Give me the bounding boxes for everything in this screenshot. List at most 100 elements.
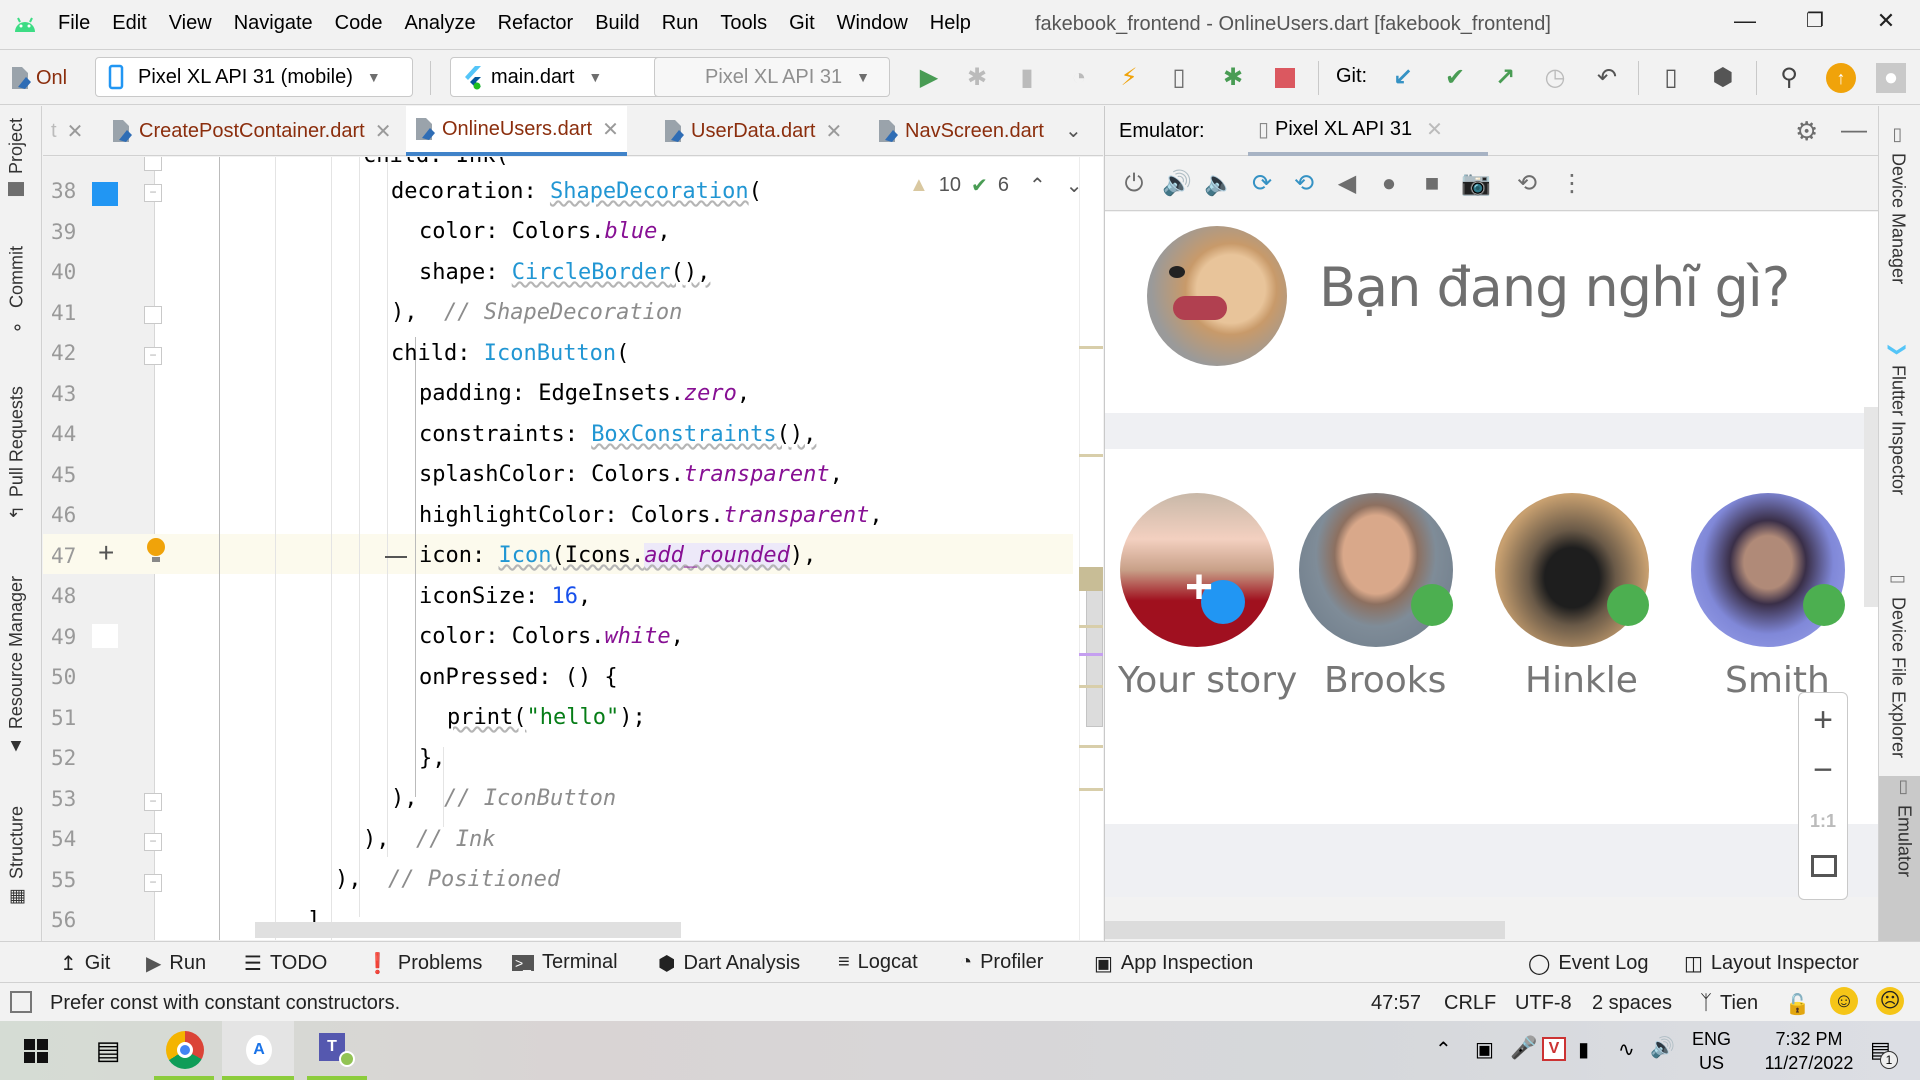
line-number[interactable]: 46: [51, 503, 91, 527]
emulator-screen[interactable]: Bạn đang nghĩ gì? + Your story Brooks Hi…: [1105, 212, 1880, 897]
horizontal-scrollbar[interactable]: [255, 922, 681, 938]
file-encoding[interactable]: UTF-8: [1515, 992, 1572, 1015]
menu-run[interactable]: Run: [662, 12, 699, 35]
color-swatch-blue[interactable]: [92, 182, 118, 206]
target-device-select[interactable]: Pixel XL API 31 ▼: [654, 57, 890, 97]
git-commit-icon[interactable]: ✔: [1440, 63, 1470, 93]
emulator-device-tab[interactable]: ▯ Pixel XL API 31 ✕: [1248, 106, 1488, 156]
line-number[interactable]: 42: [51, 341, 91, 365]
task-view-icon[interactable]: ▤: [72, 1021, 144, 1080]
editor-tab-createpostcontainer[interactable]: CreatePostContainer.dart ✕: [103, 106, 399, 156]
menu-help[interactable]: Help: [930, 12, 971, 35]
menu-navigate[interactable]: Navigate: [234, 12, 313, 35]
device-manager-icon[interactable]: ▯: [1656, 63, 1686, 93]
volume-icon[interactable]: 🔊: [1650, 1035, 1675, 1060]
volume-up-icon[interactable]: 🔊: [1162, 169, 1192, 199]
tool-tab-flutter-inspector[interactable]: ❯ Flutter Inspector: [1887, 342, 1909, 495]
close-tab-icon[interactable]: ✕: [826, 119, 843, 144]
close-window-button[interactable]: ✕: [1866, 8, 1906, 38]
input-language[interactable]: ENG US: [1692, 1027, 1731, 1075]
post-prompt-input[interactable]: Bạn đang nghĩ gì?: [1319, 256, 1790, 319]
menu-view[interactable]: View: [169, 12, 212, 35]
zoom-fit-icon[interactable]: [1811, 855, 1837, 877]
show-hidden-icons[interactable]: ⌃: [1435, 1037, 1452, 1062]
search-icon[interactable]: ⚲: [1774, 63, 1804, 93]
add-icon[interactable]: +: [98, 537, 114, 569]
menu-refactor[interactable]: Refactor: [498, 12, 574, 35]
antivirus-tray-icon[interactable]: V: [1542, 1037, 1566, 1061]
camera-tray-icon[interactable]: ▣: [1475, 1037, 1494, 1062]
run-icon[interactable]: ▶: [914, 63, 944, 93]
color-swatch-white[interactable]: [92, 624, 118, 648]
tool-profiler[interactable]: ◔ Profiler: [960, 951, 1043, 974]
device-select[interactable]: Pixel XL API 31 (mobile) ▼: [95, 57, 413, 97]
zoom-actual-size-button[interactable]: 1:1: [1799, 811, 1847, 832]
tool-tab-device-manager[interactable]: ▯ Device Manager: [1887, 124, 1909, 284]
fold-marker[interactable]: [144, 306, 162, 324]
tool-tab-device-file-explorer[interactable]: ▭ Device File Explorer: [1887, 568, 1909, 758]
debug-icon[interactable]: ✱: [962, 63, 992, 93]
git-branch[interactable]: ᛉ Tien: [1700, 992, 1758, 1015]
tool-dart-analysis[interactable]: ⬢ Dart Analysis: [658, 951, 800, 976]
menu-window[interactable]: Window: [837, 12, 908, 35]
line-number[interactable]: 53: [51, 787, 91, 811]
fold-marker[interactable]: −: [144, 184, 162, 202]
menu-code[interactable]: Code: [335, 12, 383, 35]
prev-highlight-icon[interactable]: ⌃: [1029, 173, 1046, 198]
screenshot-icon[interactable]: 📷: [1461, 169, 1491, 199]
hot-restart-icon[interactable]: ▯: [1164, 63, 1194, 93]
editor-tab-userdata[interactable]: UserData.dart ✕: [655, 106, 850, 156]
tool-layout-inspector[interactable]: ◫ Layout Inspector: [1684, 951, 1859, 976]
toggle-tool-windows-icon[interactable]: [10, 991, 32, 1013]
rotate-left-icon[interactable]: ⟳: [1247, 169, 1277, 199]
hide-panel-icon[interactable]: —: [1841, 114, 1867, 145]
sdk-manager-icon[interactable]: ⬢: [1708, 63, 1738, 93]
tool-tab-resource-manager[interactable]: ▲ Resource Manager: [6, 576, 27, 757]
line-number[interactable]: 41: [51, 301, 91, 325]
stop-icon[interactable]: [1270, 63, 1300, 93]
fold-marker[interactable]: −: [144, 833, 162, 851]
start-button[interactable]: [0, 1021, 72, 1080]
hot-reload-icon[interactable]: ⚡: [1114, 63, 1144, 93]
battery-icon[interactable]: ▮: [1578, 1037, 1589, 1062]
volume-down-icon[interactable]: 🔈: [1204, 169, 1234, 199]
microphone-icon[interactable]: 🎤: [1510, 1035, 1537, 1061]
vertical-scrollbar-thumb[interactable]: [1086, 567, 1103, 727]
editor-tab-onlineusers[interactable]: OnlineUsers.dart ✕: [406, 106, 627, 156]
error-stripe[interactable]: [1079, 157, 1103, 940]
tool-logcat[interactable]: ≡ Logcat: [838, 951, 918, 974]
line-separator[interactable]: CRLF: [1444, 992, 1496, 1015]
tab-list-chevron-icon[interactable]: ⌄: [1065, 118, 1082, 143]
settings-gear-icon[interactable]: ⚙: [1795, 116, 1818, 147]
editor-tab-partial[interactable]: t ✕: [43, 106, 91, 156]
menu-tools[interactable]: Tools: [720, 12, 767, 35]
android-studio-taskbar-icon[interactable]: A: [222, 1021, 294, 1080]
attach-icon[interactable]: ✱: [1218, 63, 1248, 93]
history-icon[interactable]: ◷: [1540, 63, 1570, 93]
fold-marker[interactable]: −: [144, 793, 162, 811]
overview-icon[interactable]: ■: [1417, 169, 1447, 199]
line-number[interactable]: 49: [51, 625, 91, 649]
indent-setting[interactable]: 2 spaces: [1592, 992, 1672, 1015]
menu-edit[interactable]: Edit: [112, 12, 146, 35]
tool-run[interactable]: ▶ Run: [146, 951, 206, 976]
editor-tab-navscreen[interactable]: NavScreen.dart: [869, 106, 1052, 156]
close-tab-icon[interactable]: ✕: [67, 119, 84, 144]
fold-marker[interactable]: −: [144, 347, 162, 365]
emulator-h-scrollbar[interactable]: [1105, 921, 1505, 939]
menu-git[interactable]: Git: [789, 12, 815, 35]
feedback-happy-icon[interactable]: ☺: [1830, 987, 1858, 1015]
intention-bulb-icon[interactable]: [147, 538, 165, 562]
inspection-widget[interactable]: ▲ 10 ✔ 6 ⌃ ⌄: [909, 173, 1082, 198]
git-push-icon[interactable]: ↗: [1490, 63, 1520, 93]
rollback-icon[interactable]: ↶: [1592, 63, 1622, 93]
fold-marker[interactable]: [144, 157, 162, 171]
tool-tab-emulator[interactable]: ▯ Emulator: [1879, 776, 1920, 942]
line-number[interactable]: 43: [51, 382, 91, 406]
update-icon[interactable]: ↑: [1826, 63, 1856, 93]
tool-event-log[interactable]: ◯ Event Log: [1528, 951, 1648, 976]
line-number[interactable]: 52: [51, 746, 91, 770]
tool-tab-structure[interactable]: ▦ Structure: [6, 806, 28, 908]
line-number[interactable]: 55: [51, 868, 91, 892]
feedback-sad-icon[interactable]: ☹: [1876, 987, 1904, 1015]
